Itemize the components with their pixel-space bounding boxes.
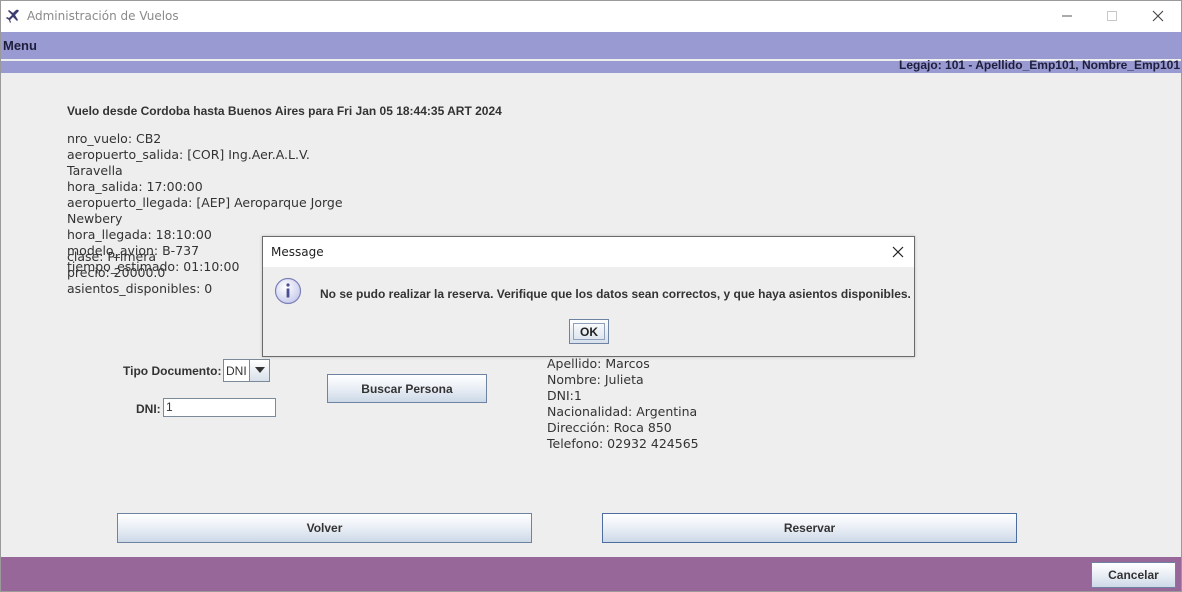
dialog-title: Message [271, 245, 324, 259]
buscar-persona-button[interactable]: Buscar Persona [327, 374, 487, 403]
app-window: Administración de Vuelos Menu Legajo: 10… [0, 0, 1182, 592]
message-dialog: Message No se pudo realizar la reserva. … [262, 236, 915, 357]
person-info-line: DNI:1 [547, 388, 582, 403]
close-icon [892, 246, 904, 258]
menu-bar: Menu [1, 32, 1181, 59]
menu-item-menu[interactable]: Menu [3, 38, 37, 53]
employee-label: Legajo: 101 - Apellido_Emp101, Nombre_Em… [899, 58, 1180, 72]
close-icon [1152, 10, 1164, 22]
title-bar: Administración de Vuelos [1, 1, 1181, 32]
flight-heading: Vuelo desde Cordoba hasta Buenos Aires p… [67, 104, 502, 118]
tipo-documento-label: Tipo Documento: [123, 364, 222, 378]
dni-label: DNI: [136, 402, 161, 416]
tipo-documento-select[interactable]: DNI [223, 359, 270, 382]
maximize-button[interactable] [1090, 1, 1134, 32]
dialog-close-button[interactable] [888, 243, 908, 261]
person-info-line: Nombre: Julieta [547, 372, 644, 387]
flight-info-line: hora_salida: 17:00:00 [67, 179, 203, 194]
flight-info-line: aeropuerto_llegada: [AEP] Aeroparque Jor… [67, 195, 343, 210]
tipo-documento-value: DNI [226, 364, 247, 378]
ok-button[interactable]: OK [569, 319, 609, 344]
flight-info-line: precio: 20000.0 [67, 265, 166, 280]
chevron-down-icon [255, 367, 265, 373]
ok-button-label: OK [573, 323, 605, 340]
flight-info-line: nro_vuelo: CB2 [67, 131, 162, 146]
maximize-icon [1107, 11, 1117, 21]
person-info-line: Nacionalidad: Argentina [547, 404, 698, 419]
flight-info-line: hora_llegada: 18:10:00 [67, 227, 212, 242]
dni-input[interactable]: 1 [163, 398, 276, 417]
volver-button[interactable]: Volver [117, 513, 532, 543]
footer-bar: Cancelar [1, 557, 1181, 591]
dropdown-arrow-button[interactable] [249, 360, 269, 381]
user-bar: Legajo: 101 - Apellido_Emp101, Nombre_Em… [1, 58, 1181, 73]
info-icon [274, 277, 302, 305]
flight-info-line: Taravella [67, 163, 123, 178]
flight-info-line: aeropuerto_salida: [COR] Ing.Aer.A.L.V. [67, 147, 310, 162]
dialog-title-bar: Message [263, 237, 914, 267]
person-info-line: Dirección: Roca 850 [547, 420, 672, 435]
person-info-line: Apellido: Marcos [547, 356, 650, 371]
reservar-button[interactable]: Reservar [602, 513, 1017, 543]
close-window-button[interactable] [1136, 1, 1180, 32]
dialog-message: No se pudo realizar la reserva. Verifiqu… [320, 287, 911, 301]
cancelar-button[interactable]: Cancelar [1091, 562, 1176, 588]
flight-info-line: asientos_disponibles: 0 [67, 281, 213, 296]
window-title: Administración de Vuelos [27, 9, 179, 23]
minimize-icon [1062, 15, 1072, 17]
person-info-line: Telefono: 02932 424565 [547, 436, 699, 451]
flight-info-line: Newbery [67, 211, 123, 226]
minimize-button[interactable] [1045, 1, 1089, 32]
airplane-icon [6, 9, 19, 23]
